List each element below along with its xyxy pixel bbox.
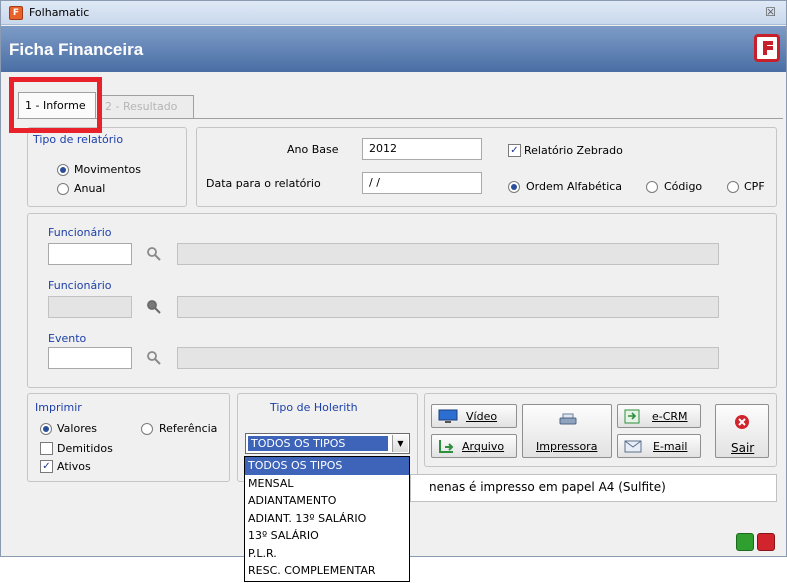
evento-code-input[interactable] (48, 347, 132, 369)
holerith-dropdown-list[interactable]: TODOS OS TIPOS MENSAL ADIANTAMENTO ADIAN… (244, 456, 410, 582)
dropdown-option[interactable]: ADIANTAMENTO (245, 492, 409, 510)
radio-cpf[interactable] (727, 181, 739, 193)
funcionario2-label: Funcionário (48, 279, 112, 292)
parametros-group (196, 127, 777, 207)
evento-name-field (177, 347, 719, 369)
demitidos-label: Demitidos (57, 442, 113, 455)
cancel-icon (735, 415, 749, 429)
ecrm-label: e-CRM (652, 410, 688, 423)
ordem-alfabetica-label: Ordem Alfabética (526, 180, 623, 193)
codigo-label: Código (664, 180, 703, 193)
radio-ordem-alfabetica[interactable] (508, 181, 520, 193)
search-icon (147, 300, 161, 314)
email-button[interactable]: E-mail (617, 434, 701, 458)
dropdown-option[interactable]: RESC. COMPLEMENTAR (245, 562, 409, 580)
funcionario1-label: Funcionário (48, 226, 112, 239)
radio-anual[interactable] (57, 183, 69, 195)
radio-codigo[interactable] (646, 181, 658, 193)
sair-button[interactable]: Sair (715, 404, 769, 458)
ano-base-label: Ano Base (287, 143, 339, 156)
help-icon[interactable] (757, 533, 775, 551)
sair-label: Sair (731, 441, 755, 455)
zebrado-checkbox[interactable]: ✓ (508, 144, 521, 157)
radio-referencia[interactable] (141, 423, 153, 435)
video-button[interactable]: Vídeo (431, 404, 517, 428)
cpf-label: CPF (744, 180, 765, 193)
referencia-label: Referência (159, 422, 218, 435)
funcionario1-name-field (177, 243, 719, 265)
radio-movimentos-label: Movimentos (74, 163, 142, 176)
arquivo-button[interactable]: Arquivo (431, 434, 517, 458)
ativos-checkbox[interactable]: ✓ (40, 460, 53, 473)
radio-anual-label: Anual (74, 182, 106, 195)
funcionario2-name-field (177, 296, 719, 318)
dropdown-option[interactable]: 13º SALÁRIO (245, 527, 409, 545)
form-header: Ficha Financeira (1, 26, 786, 72)
valores-label: Valores (57, 422, 97, 435)
tipo-relatorio-title: Tipo de relatório (33, 133, 124, 146)
dropdown-option[interactable]: MENSAL (245, 475, 409, 493)
radio-valores[interactable] (40, 423, 52, 435)
data-relatorio-label: Data para o relatório (206, 177, 321, 190)
app-icon: F (9, 6, 23, 20)
radio-movimentos[interactable] (57, 164, 69, 176)
email-label: E-mail (653, 440, 688, 453)
holerith-title: Tipo de Holerith (270, 401, 358, 414)
holerith-select[interactable]: TODOS OS TIPOS ▼ (245, 433, 410, 454)
folhamatic-logo-icon (754, 34, 780, 62)
tab-informe[interactable]: 1 - Informe (18, 92, 96, 118)
chevron-down-icon[interactable]: ▼ (392, 435, 408, 452)
envelope-icon (624, 440, 642, 453)
window-title: Folhamatic (29, 6, 90, 19)
zebrado-label: Relatório Zebrado (524, 144, 623, 157)
data-relatorio-input[interactable]: / / (362, 172, 482, 194)
arquivo-label: Arquivo (462, 440, 505, 453)
ano-base-input[interactable]: 2012 (362, 138, 482, 160)
dropdown-option[interactable]: ADIANT. 13º SALÁRIO (245, 510, 409, 528)
imprimir-title: Imprimir (35, 401, 82, 414)
page-title: Ficha Financeira (9, 40, 144, 59)
impressora-button[interactable]: Impressora (522, 404, 612, 458)
confirm-icon[interactable] (736, 533, 754, 551)
monitor-icon (438, 409, 458, 423)
info-message-text: nenas é impresso em papel A4 (Sulfite) (429, 480, 666, 494)
title-bar: F Folhamatic ☒ (1, 1, 786, 25)
info-message: nenas é impresso em papel A4 (Sulfite) (410, 474, 777, 502)
video-label: Vídeo (466, 410, 498, 423)
ativos-label: Ativos (57, 460, 91, 473)
search-icon[interactable] (146, 350, 162, 366)
search-icon[interactable] (146, 246, 162, 262)
file-export-icon (439, 440, 454, 453)
demitidos-checkbox[interactable] (40, 442, 53, 455)
ecrm-icon (624, 409, 640, 424)
dropdown-option[interactable]: TODOS OS TIPOS (245, 457, 409, 475)
tab-resultado[interactable]: 2 - Resultado (98, 95, 194, 118)
close-icon[interactable]: ☒ (765, 5, 776, 19)
dropdown-option[interactable]: P.L.R. (245, 545, 409, 563)
printer-icon (559, 413, 577, 425)
holerith-selected-value: TODOS OS TIPOS (248, 436, 388, 451)
funcionario1-code-input[interactable] (48, 243, 132, 265)
impressora-label: Impressora (536, 440, 598, 453)
ecrm-button[interactable]: e-CRM (617, 404, 701, 428)
evento-label: Evento (48, 332, 87, 345)
funcionario2-code-input (48, 296, 132, 318)
